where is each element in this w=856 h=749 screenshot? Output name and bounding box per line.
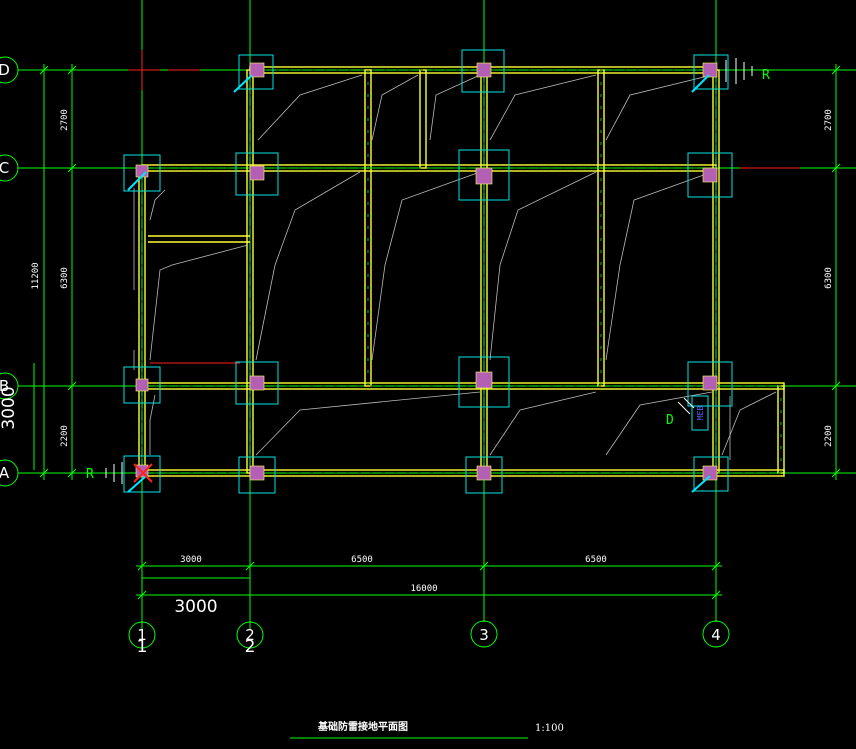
marker-meb: MEB bbox=[696, 406, 705, 421]
axis-label-2-duplicate: 2 bbox=[245, 637, 256, 657]
grounding-lines bbox=[149, 74, 777, 456]
drawing-title: 基础防雷接地平面图 bbox=[317, 720, 408, 733]
footings bbox=[123, 49, 733, 494]
axis-label-4: 4 bbox=[711, 626, 721, 644]
axis-label-d: D bbox=[0, 61, 10, 79]
dim-bottom-3: 6500 bbox=[585, 555, 607, 565]
dim-left-total: 11200 bbox=[31, 262, 41, 289]
dim-bottom-2: 6500 bbox=[351, 555, 373, 565]
foundation-lightning-grounding-plan: 1 2 3 4 1 2 A B C D 3000 6500 6500 16000… bbox=[0, 0, 856, 739]
dim-left-2: 6300 bbox=[60, 267, 70, 289]
marker-r-bottom: R bbox=[86, 467, 94, 482]
foundation-beams bbox=[138, 66, 785, 477]
axis-label-a: A bbox=[0, 464, 10, 482]
dim-left-3: 2200 bbox=[60, 425, 70, 447]
axis-label-1-duplicate: 1 bbox=[137, 637, 148, 657]
axis-label-3: 3 bbox=[479, 626, 489, 644]
dim-bottom-1: 3000 bbox=[180, 555, 202, 565]
down-conductor-arrows bbox=[127, 74, 711, 493]
dim-left-1: 2700 bbox=[60, 109, 70, 131]
drawing-scale: 1:100 bbox=[535, 723, 564, 734]
marker-r-top: R bbox=[762, 68, 770, 83]
dim-right-1: 2700 bbox=[824, 109, 834, 131]
dim-bottom-large: 3000 bbox=[174, 597, 217, 617]
dim-left-large: 3000 bbox=[0, 386, 19, 429]
marker-d: D bbox=[666, 413, 674, 428]
beam-hatch bbox=[141, 69, 784, 474]
dim-right-3: 2200 bbox=[824, 425, 834, 447]
axis-label-c: C bbox=[0, 159, 9, 177]
r-terminal-symbols bbox=[105, 58, 753, 484]
wall-outline bbox=[133, 188, 731, 460]
dim-bottom-total: 16000 bbox=[410, 584, 437, 594]
dim-right-2: 6300 bbox=[824, 267, 834, 289]
